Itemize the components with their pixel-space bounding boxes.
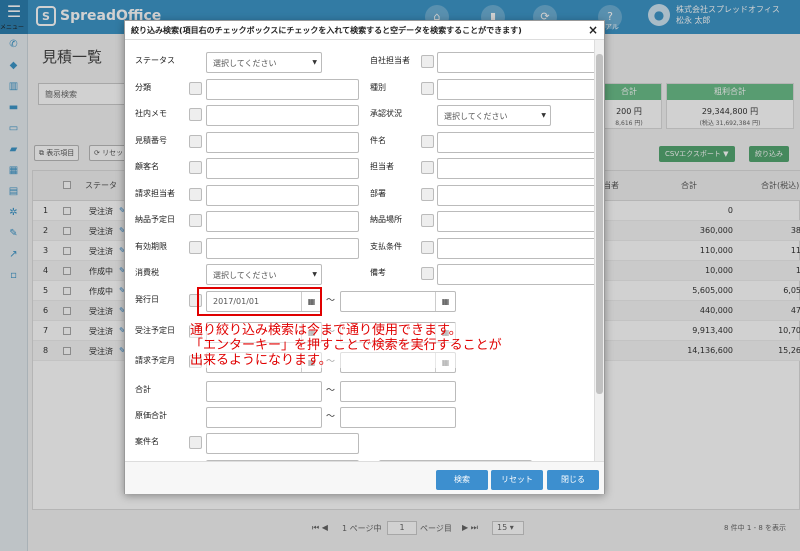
input-memo[interactable]	[206, 105, 359, 126]
label-department: 部署	[370, 188, 386, 198]
label-billing_month: 請求予定月	[135, 355, 175, 365]
input-remarks[interactable]	[437, 264, 594, 285]
calendar-icon[interactable]: ▦	[435, 291, 455, 311]
label-remarks: 備考	[370, 268, 386, 277]
label-quote_no: 見積番号	[135, 135, 167, 145]
annotation-line-2: 「エンターキー」を押すことで検索を実行することが	[190, 338, 502, 353]
label-billing_person: 請求担当者	[135, 188, 175, 198]
input-customer[interactable]	[206, 158, 359, 179]
annotation-line-3: 出来るようになります。	[190, 353, 332, 368]
filter-dialog: 絞り込み検索(項目右のチェックボックスにチェックを入れて検索すると空データを検索…	[124, 20, 605, 494]
label-kind: 種別	[370, 82, 386, 92]
label-order_date: 受注予定日	[135, 325, 175, 335]
empty-checkbox-delivery_date[interactable]	[189, 214, 202, 227]
empty-checkbox-quote_no[interactable]	[189, 134, 202, 148]
dialog-body: ステータス 選択してください ▼ 自社担当者 分類 種別 社内メモ 承認状況 選択してください ▼…	[125, 40, 594, 461]
label-subject: 件名	[370, 135, 386, 145]
input-quote_no[interactable]	[206, 131, 359, 153]
input-expiry[interactable]	[206, 237, 359, 259]
select-tax[interactable]: 選択してください ▼	[206, 264, 322, 285]
input-cost-total-from[interactable]	[206, 406, 322, 428]
select-status-value: 選択してください	[213, 59, 277, 68]
label-delivery_place: 納品場所	[370, 215, 402, 224]
label-memo: 社内メモ	[135, 109, 167, 118]
input-cost-total-to[interactable]	[340, 406, 456, 428]
range-tilde: 〜	[326, 295, 336, 306]
input-delivery_date[interactable]	[206, 211, 359, 232]
label-customer: 顧客名	[135, 162, 159, 171]
select-tax-value: 選択してください	[213, 271, 277, 280]
input-billing_person[interactable]	[206, 184, 359, 206]
search-button[interactable]: 検索	[436, 470, 488, 490]
dialog-scrollbar[interactable]	[594, 40, 604, 461]
label-issue_date: 発行日	[135, 294, 159, 304]
chevron-down-icon: ▼	[312, 271, 317, 278]
input-kind[interactable]	[437, 78, 594, 100]
dialog-title: 絞り込み検索(項目右のチェックボックスにチェックを入れて検索すると空データを検索…	[125, 21, 604, 40]
dialog-footer: 検索 リセット 閉じる	[125, 461, 604, 494]
label-total: 合計	[135, 384, 151, 394]
label-person: 担当者	[370, 162, 394, 171]
empty-checkbox-department[interactable]	[421, 187, 434, 201]
issue-date-highlight	[197, 287, 322, 316]
label-status: ステータス	[135, 56, 175, 65]
label-category: 分類	[135, 82, 151, 92]
label-company_person: 自社担当者	[370, 56, 410, 65]
empty-checkbox-customer[interactable]	[189, 161, 202, 174]
annotation-note: 通り絞り込み検索は今まで通り使用できます。 「エンターキー」を押すことで検索を実…	[190, 323, 590, 368]
input-delivery_place[interactable]	[437, 211, 594, 232]
input-subject[interactable]	[437, 131, 594, 153]
range-tilde: 〜	[326, 411, 336, 422]
input-project[interactable]	[206, 432, 359, 454]
select-status[interactable]: 選択してください ▼	[206, 52, 322, 73]
input-department[interactable]	[437, 184, 594, 206]
label-delivery_date: 納品予定日	[135, 215, 175, 224]
scrollbar-thumb[interactable]	[596, 54, 603, 394]
select-approval-value: 選択してください	[444, 112, 508, 121]
empty-checkbox-person[interactable]	[421, 161, 434, 174]
chevron-down-icon: ▼	[312, 59, 317, 66]
close-icon[interactable]: ×	[588, 23, 598, 37]
label-approval: 承認状況	[370, 109, 402, 118]
input-issue-date-to[interactable]: ▦	[340, 290, 456, 312]
empty-checkbox-delivery_place[interactable]	[421, 214, 434, 227]
input-total-from[interactable]	[206, 380, 322, 402]
label-tax: 消費税	[135, 268, 159, 277]
label-expiry: 有効期限	[135, 241, 167, 251]
input-company_person[interactable]	[437, 52, 594, 73]
input-payment[interactable]	[437, 237, 594, 259]
close-button[interactable]: 閉じる	[547, 470, 599, 490]
empty-checkbox-kind[interactable]	[421, 81, 434, 95]
empty-checkbox-memo[interactable]	[189, 108, 202, 121]
empty-checkbox-project[interactable]	[189, 435, 202, 449]
empty-checkbox-payment[interactable]	[421, 240, 434, 254]
label-payment: 支払条件	[370, 241, 402, 251]
chevron-down-icon: ▼	[541, 112, 546, 119]
input-person[interactable]	[437, 158, 594, 179]
range-tilde: 〜	[326, 385, 336, 396]
select-approval[interactable]: 選択してください ▼	[437, 105, 551, 126]
empty-checkbox-remarks[interactable]	[421, 267, 434, 280]
empty-checkbox-billing_person[interactable]	[189, 187, 202, 201]
reset-button[interactable]: リセット	[491, 470, 543, 490]
input-category[interactable]	[206, 78, 359, 100]
annotation-line-1: 通り絞り込み検索は今まで通り使用できます。	[190, 323, 462, 338]
label-cost_total: 原価合計	[135, 410, 167, 420]
input-total-to[interactable]	[340, 380, 456, 402]
empty-checkbox-expiry[interactable]	[189, 240, 202, 254]
empty-checkbox-company_person[interactable]	[421, 55, 434, 68]
empty-checkbox-subject[interactable]	[421, 134, 434, 148]
label-project: 案件名	[135, 436, 159, 446]
empty-checkbox-category[interactable]	[189, 81, 202, 95]
